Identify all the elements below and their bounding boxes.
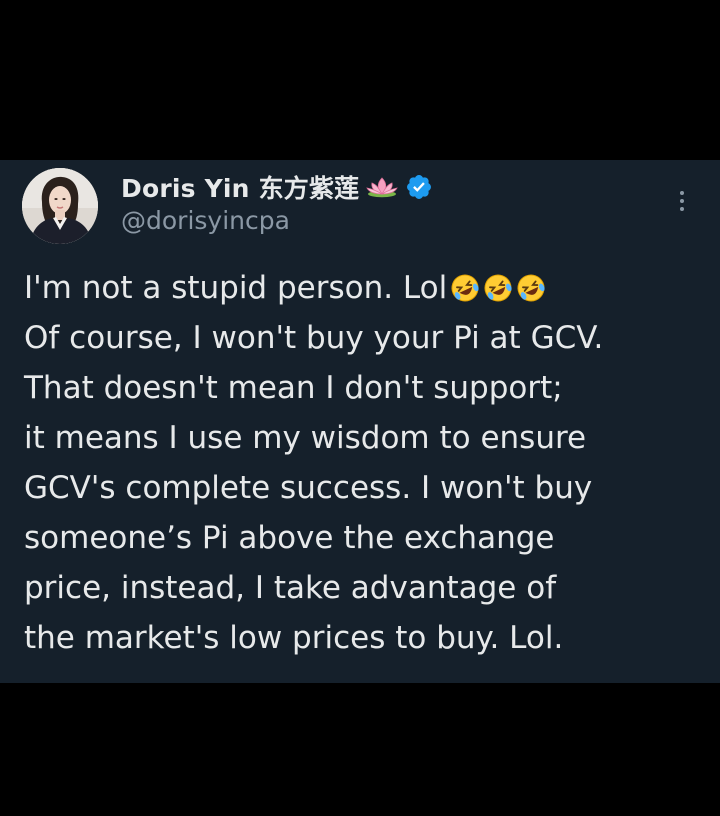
- rolling-on-floor-laughing-emoji: [484, 274, 512, 302]
- tweet-line-text: the market's low prices to buy. Lol.: [24, 620, 564, 656]
- rolling-on-floor-laughing-emoji: [517, 274, 545, 302]
- author-name-row: Doris Yin 东方紫莲: [121, 170, 433, 204]
- tweet-line: someone’s Pi above the exchange: [24, 513, 704, 563]
- author-handle[interactable]: @dorisyincpa: [121, 206, 290, 235]
- author-display-name[interactable]: Doris Yin 东方紫莲: [121, 169, 359, 205]
- tweet-line: GCV's complete success. I won't buy: [24, 463, 704, 513]
- lotus-icon: [365, 175, 399, 199]
- rolling-on-floor-laughing-emoji: [451, 274, 479, 302]
- tweet-line-text: That doesn't mean I don't support;: [24, 370, 563, 406]
- avatar[interactable]: [22, 168, 98, 244]
- tweet-line-text: it means I use my wisdom to ensure: [24, 420, 587, 456]
- tweet-line: Of course, I won't buy your Pi at GCV.: [24, 313, 704, 363]
- verified-badge-icon[interactable]: [405, 173, 433, 201]
- tweet-line: That doesn't mean I don't support;: [24, 363, 704, 413]
- more-dot: [680, 191, 684, 195]
- tweet-line-text: price, instead, I take advantage of: [24, 570, 557, 606]
- more-dot: [680, 207, 684, 211]
- tweet-line-text: I'm not a stupid person. Lol: [24, 270, 448, 306]
- tweet-card[interactable]: Doris Yin 东方紫莲 @dorisyincpa I'm not a st…: [0, 160, 720, 683]
- tweet-line: the market's low prices to buy. Lol.: [24, 613, 704, 663]
- tweet-text: I'm not a stupid person. Lol Of course, …: [24, 263, 704, 663]
- tweet-line: I'm not a stupid person. Lol: [24, 263, 704, 313]
- tweet-line-text: GCV's complete success. I won't buy: [24, 470, 593, 506]
- tweet-line: price, instead, I take advantage of: [24, 563, 704, 613]
- tweet-line-text: someone’s Pi above the exchange: [24, 520, 555, 556]
- more-dot: [680, 199, 684, 203]
- tweet-line: it means I use my wisdom to ensure: [24, 413, 704, 463]
- tweet-line-text: Of course, I won't buy your Pi at GCV.: [24, 320, 604, 356]
- more-vertical-icon[interactable]: [670, 186, 694, 216]
